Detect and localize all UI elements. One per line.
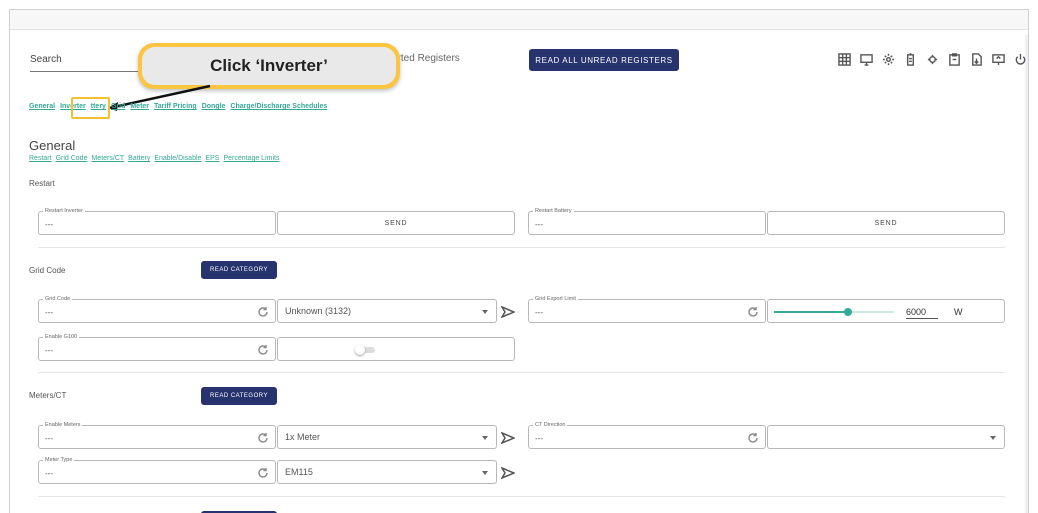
refresh-icon[interactable] bbox=[257, 431, 269, 443]
select-value: Unknown (3132) bbox=[285, 306, 352, 316]
field-value: --- bbox=[45, 434, 53, 443]
subnav-restart[interactable]: Restart bbox=[29, 155, 52, 162]
inverter-highlight-box bbox=[71, 97, 110, 119]
settings-icon[interactable] bbox=[880, 51, 896, 67]
export-limit-slider[interactable] bbox=[774, 308, 894, 316]
field-value: --- bbox=[535, 434, 543, 443]
slider-thumb[interactable] bbox=[844, 308, 853, 316]
nav-grid[interactable]: Grid bbox=[111, 103, 125, 110]
slider-fill bbox=[774, 311, 849, 313]
general-subnav: Restart Grid Code Meters/CT Battery Enab… bbox=[29, 155, 279, 162]
restart-inverter-send-button[interactable]: SEND bbox=[277, 211, 515, 235]
subnav-meters-ct[interactable]: Meters/CT bbox=[91, 155, 124, 162]
ct-direction-field[interactable]: CT Direction --- bbox=[528, 421, 766, 449]
toolbar-icons bbox=[836, 51, 1028, 67]
export-limit-input[interactable]: 6000 bbox=[906, 307, 938, 319]
field-value: --- bbox=[535, 308, 543, 317]
field-label: Grid Export Limit bbox=[533, 295, 578, 303]
meter-type-field[interactable]: Meter Type --- bbox=[38, 456, 276, 484]
select-value: EM115 bbox=[285, 467, 313, 477]
screen-arrow-icon[interactable] bbox=[990, 51, 1006, 67]
monitor-icon[interactable] bbox=[858, 51, 874, 67]
subnav-enable-disable[interactable]: Enable/Disable bbox=[154, 155, 201, 162]
grid-code-field[interactable]: Grid Code --- bbox=[38, 295, 276, 323]
refresh-icon[interactable] bbox=[257, 466, 269, 478]
refresh-icon[interactable] bbox=[257, 343, 269, 355]
grid-icon[interactable] bbox=[836, 51, 852, 67]
nav-charge-discharge-schedules[interactable]: Charge/Discharge Schedules bbox=[230, 103, 327, 110]
toggle-knob bbox=[355, 345, 365, 355]
nav-dongle[interactable]: Dongle bbox=[202, 103, 226, 110]
field-value: --- bbox=[45, 308, 53, 317]
send-arrow-icon[interactable] bbox=[500, 431, 516, 445]
enable-g100-field[interactable]: Enable G100 --- bbox=[38, 333, 276, 361]
field-label: Enable Meters bbox=[43, 421, 83, 429]
subnav-grid-code[interactable]: Grid Code bbox=[56, 155, 88, 162]
nav-meter[interactable]: Meter bbox=[130, 103, 149, 110]
subnav-eps[interactable]: EPS bbox=[205, 155, 219, 162]
reported-registers-label: orted Registers bbox=[392, 53, 460, 64]
divider bbox=[38, 372, 1005, 373]
field-label: CT Direction bbox=[533, 421, 568, 429]
enable-g100-toggle-box bbox=[277, 337, 515, 361]
field-label: Restart Inverter bbox=[43, 207, 85, 215]
chevron-down-icon bbox=[482, 310, 488, 314]
field-value: --- bbox=[45, 346, 53, 355]
nav-tariff-pricing[interactable]: Tariff Pricing bbox=[154, 103, 197, 110]
grid-code-select[interactable]: Unknown (3132) bbox=[277, 299, 497, 323]
field-label: Restart Battery bbox=[533, 207, 574, 215]
restart-section-label: Restart bbox=[29, 179, 55, 188]
field-value: --- bbox=[535, 220, 543, 229]
enable-meters-select[interactable]: 1x Meter bbox=[277, 425, 497, 449]
refresh-icon[interactable] bbox=[747, 305, 759, 317]
enable-meters-field[interactable]: Enable Meters --- bbox=[38, 421, 276, 449]
battery-icon[interactable] bbox=[902, 51, 918, 67]
field-label: Enable G100 bbox=[43, 333, 80, 341]
grid-code-section-label: Grid Code bbox=[29, 266, 66, 275]
pointer-arrow-icon bbox=[108, 84, 211, 111]
field-label: Meter Type bbox=[43, 456, 75, 464]
refresh-icon[interactable] bbox=[257, 305, 269, 317]
app-frame: Search orted Registers READ ALL UNREAD R… bbox=[9, 9, 1029, 513]
subnav-percentage-limits[interactable]: Percentage Limits bbox=[223, 155, 279, 162]
download-file-icon[interactable] bbox=[968, 51, 984, 67]
restart-inverter-field[interactable]: Restart Inverter --- bbox=[38, 207, 276, 235]
field-value: --- bbox=[45, 220, 53, 229]
field-value: --- bbox=[45, 469, 53, 478]
page-title: General bbox=[29, 138, 76, 153]
clipboard-icon[interactable] bbox=[946, 51, 962, 67]
grid-export-limit-field[interactable]: Grid Export Limit --- bbox=[528, 295, 766, 323]
chevron-down-icon bbox=[482, 471, 488, 475]
gear-icon[interactable] bbox=[924, 51, 940, 67]
ct-direction-select[interactable] bbox=[767, 425, 1005, 449]
restart-battery-send-button[interactable]: SEND bbox=[767, 211, 1005, 235]
send-arrow-icon[interactable] bbox=[500, 466, 516, 480]
scrollbar-gutter[interactable] bbox=[1025, 35, 1028, 513]
subnav-battery[interactable]: Battery bbox=[128, 155, 150, 162]
export-limit-unit: W bbox=[954, 307, 963, 317]
chevron-down-icon bbox=[482, 436, 488, 440]
refresh-icon[interactable] bbox=[747, 431, 759, 443]
power-icon[interactable] bbox=[1012, 51, 1028, 67]
chevron-down-icon bbox=[990, 436, 996, 440]
meter-type-select[interactable]: EM115 bbox=[277, 460, 497, 484]
send-arrow-icon[interactable] bbox=[500, 305, 516, 319]
meters-read-category-button[interactable]: READ CATEGORY bbox=[201, 387, 277, 405]
grid-code-read-category-button[interactable]: READ CATEGORY bbox=[201, 261, 277, 279]
restart-battery-field[interactable]: Restart Battery --- bbox=[528, 207, 766, 235]
divider bbox=[38, 496, 1005, 497]
read-all-unread-registers-button[interactable]: READ ALL UNREAD REGISTERS bbox=[529, 49, 679, 71]
divider bbox=[38, 247, 1005, 248]
select-value: 1x Meter bbox=[285, 432, 321, 442]
meters-ct-section-label: Meters/CT bbox=[29, 391, 67, 400]
nav-general[interactable]: General bbox=[29, 103, 55, 110]
field-label: Grid Code bbox=[43, 295, 73, 303]
enable-g100-toggle[interactable] bbox=[355, 345, 375, 355]
grid-export-limit-slider-box: 6000 W bbox=[767, 299, 1005, 323]
